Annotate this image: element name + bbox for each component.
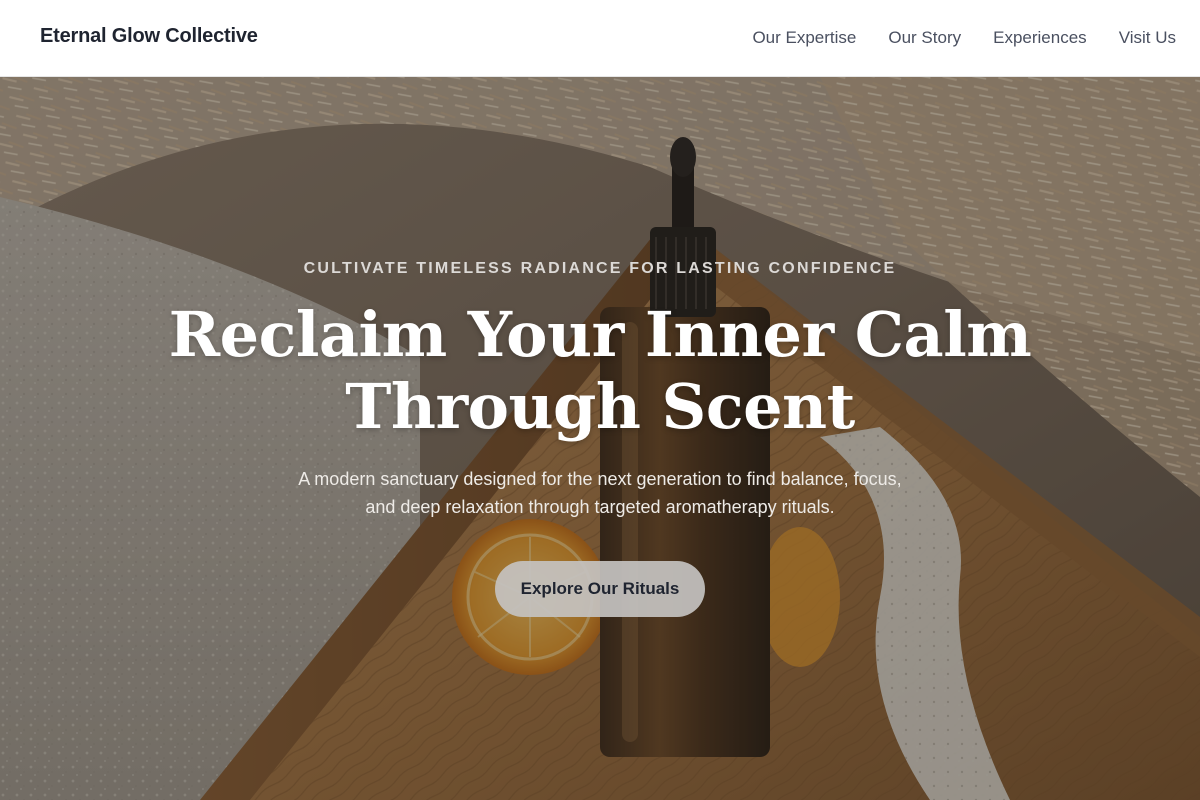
hero-headline-line-1: Reclaim Your Inner Calm — [168, 298, 1032, 371]
main-nav: Our Expertise Our Story Experiences Visi… — [752, 28, 1176, 48]
hero-headline-line-2: Through Scent — [345, 370, 855, 443]
nav-link-visit-us[interactable]: Visit Us — [1119, 28, 1176, 48]
hero-section: CULTIVATE TIMELESS RADIANCE FOR LASTING … — [0, 77, 1200, 800]
hero-subheading: A modern sanctuary designed for the next… — [260, 465, 940, 521]
hero-eyebrow: CULTIVATE TIMELESS RADIANCE FOR LASTING … — [303, 260, 897, 277]
hero-subheading-line-1: A modern sanctuary designed for the next… — [298, 469, 902, 489]
hero-headline: Reclaim Your Inner Calm Through Scent — [100, 299, 1100, 443]
nav-link-our-story[interactable]: Our Story — [888, 28, 961, 48]
nav-link-experiences[interactable]: Experiences — [993, 28, 1087, 48]
hero-subheading-line-2: and deep relaxation through targeted aro… — [365, 497, 835, 517]
site-header: Eternal Glow Collective Our Expertise Ou… — [0, 0, 1200, 77]
explore-rituals-button[interactable]: Explore Our Rituals — [495, 561, 705, 617]
brand-logo[interactable]: Eternal Glow Collective — [40, 25, 258, 48]
nav-link-our-expertise[interactable]: Our Expertise — [752, 28, 856, 48]
